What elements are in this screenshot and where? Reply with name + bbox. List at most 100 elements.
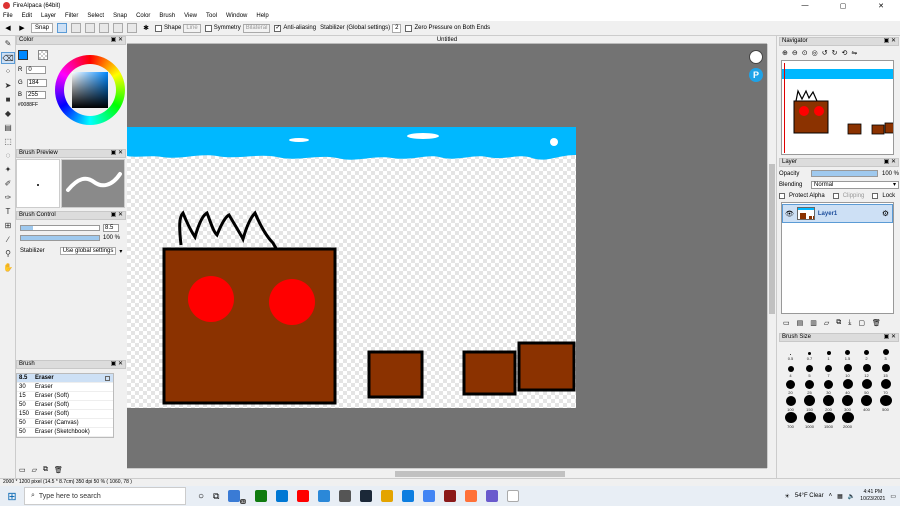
pixiv-icon[interactable]: P	[749, 68, 763, 82]
clock[interactable]: 4:41 PM 10/23/2021	[860, 489, 885, 503]
redo-icon[interactable]: ▶	[17, 24, 27, 32]
eyedropper-tool-icon[interactable]: ⚲	[1, 248, 15, 260]
new-folder-icon[interactable]: ▱	[824, 319, 829, 327]
menu-filter[interactable]: Filter	[65, 13, 78, 19]
brush-size-cell[interactable]: 2000	[838, 412, 857, 429]
network-icon[interactable]: ▦	[837, 493, 843, 500]
stabilizer-select[interactable]: 2	[392, 23, 402, 33]
snap-circle-icon[interactable]	[127, 23, 138, 33]
new-layer-icon[interactable]: ▭	[783, 319, 790, 327]
layer-blending-select[interactable]: Normal ▾	[811, 180, 899, 189]
brush-size-cell[interactable]: 1000	[800, 412, 819, 429]
flip-icon[interactable]: ⇋	[851, 49, 857, 57]
photos-app-icon[interactable]	[318, 490, 331, 502]
delete-layer-icon[interactable]: 🗑	[872, 319, 881, 327]
windows-start-icon[interactable]: ⊞	[0, 490, 24, 503]
brush-size-cell[interactable]: 25	[800, 378, 819, 395]
firefox-app-icon[interactable]	[465, 490, 478, 502]
new-8bit-layer-icon[interactable]: ▤	[797, 319, 804, 327]
app-icon[interactable]	[339, 490, 352, 502]
document-tab[interactable]: Untitled	[127, 36, 767, 44]
layer-opacity-slider[interactable]	[811, 170, 878, 177]
snap-off-icon[interactable]	[57, 23, 68, 33]
pen-tool-icon[interactable]: ✎	[1, 38, 15, 50]
transparent-color-swatch[interactable]	[38, 50, 48, 60]
panel-close-icon[interactable]: ▣ ✕	[884, 159, 896, 166]
green-value[interactable]: 184	[26, 79, 47, 87]
text-tool-icon[interactable]: T	[1, 206, 15, 218]
winrar-app-icon[interactable]	[444, 490, 457, 502]
brush-size-cell[interactable]: 1.5	[838, 344, 857, 361]
zoom-fit-icon[interactable]: ⊙	[802, 49, 808, 57]
brush-size-cell[interactable]: 500	[876, 395, 895, 412]
select-tool-icon[interactable]: ⬚	[1, 136, 15, 148]
panel-close-icon[interactable]: ▣ ✕	[111, 150, 123, 157]
close-button[interactable]: ✕	[862, 0, 900, 11]
folder-icon[interactable]: ▱	[32, 466, 37, 474]
horizontal-scrollbar[interactable]	[127, 468, 767, 478]
blur-tool-icon[interactable]: ∕	[1, 234, 15, 246]
menu-edit[interactable]: Edit	[22, 13, 32, 19]
brush-item[interactable]: 50 Eraser (Sketchbook)	[17, 428, 113, 437]
menu-layer[interactable]: Layer	[41, 13, 56, 19]
brush-size-cell[interactable]: 2	[857, 344, 876, 361]
xbox-app-icon[interactable]	[255, 490, 268, 502]
panel-close-icon[interactable]: ▣ ✕	[111, 37, 123, 44]
lasso-tool-icon[interactable]: ◌	[1, 150, 15, 162]
steam-app-icon[interactable]	[360, 490, 373, 502]
youtube-app-icon[interactable]	[297, 490, 310, 502]
gradient-tool-icon[interactable]: ▤	[1, 122, 15, 134]
snap-crisscross-icon[interactable]	[85, 23, 96, 33]
panel-close-icon[interactable]: ▣ ✕	[111, 212, 123, 219]
shape-checkbox[interactable]	[155, 24, 163, 32]
brush-size-cell[interactable]: 5	[800, 361, 819, 378]
blue-value[interactable]: 255	[26, 91, 47, 99]
brush-size-slider[interactable]	[20, 225, 100, 231]
store-app-icon[interactable]	[276, 490, 289, 502]
brush-size-cell[interactable]: 50	[857, 378, 876, 395]
panel-close-icon[interactable]: ▣ ✕	[884, 38, 896, 45]
brush-item-settings-icon[interactable]	[105, 375, 110, 381]
brush-size-cell[interactable]: 100	[781, 395, 800, 412]
brush-opacity-slider[interactable]	[20, 235, 100, 241]
brush-size-cell[interactable]: 1	[819, 344, 838, 361]
rotate-reset-icon[interactable]: ⟲	[841, 49, 847, 57]
menu-select[interactable]: Select	[87, 13, 104, 19]
vertical-scroll-thumb[interactable]	[769, 164, 775, 314]
clipping-checkbox[interactable]	[832, 192, 839, 199]
gear-icon[interactable]: ⚙	[882, 209, 892, 218]
brush-size-cell[interactable]: 4	[781, 361, 800, 378]
drawing-canvas[interactable]	[127, 127, 576, 408]
brush-item[interactable]: 8.5 Eraser	[17, 374, 113, 383]
brush-size-cell[interactable]: 0.5	[781, 344, 800, 361]
brush-size-cell[interactable]: 15	[876, 361, 895, 378]
new-brush-icon[interactable]: ▭	[19, 466, 26, 474]
eye-icon[interactable]: 👁	[785, 210, 794, 218]
hand-tool-icon[interactable]: ✋	[1, 262, 15, 274]
firealpaca-app-icon[interactable]	[507, 490, 520, 502]
eraser-tool-icon[interactable]: ⌫	[1, 52, 15, 64]
snap-settings-icon[interactable]: ✱	[141, 24, 151, 32]
menu-brush[interactable]: Brush	[159, 13, 175, 19]
brush-item[interactable]: 50 Eraser (Soft)	[17, 401, 113, 410]
alpaca-mascot-icon[interactable]	[749, 50, 763, 64]
taskbar-search-box[interactable]: ⌕ Type here to search	[24, 487, 186, 505]
weather-icon[interactable]: ☀	[784, 493, 789, 500]
merge-down-icon[interactable]: ⤓	[848, 319, 851, 327]
brush-size-cell[interactable]: 70	[876, 378, 895, 395]
brush-item[interactable]: 50 Eraser (Canvas)	[17, 419, 113, 428]
brush-size-value[interactable]: 8.5	[103, 224, 119, 232]
foreground-color-swatch[interactable]	[18, 50, 28, 60]
layer-name[interactable]: Layer1	[818, 211, 879, 217]
snap-parallel-icon[interactable]	[71, 23, 82, 33]
notifications-icon[interactable]: ▭	[890, 493, 896, 500]
brush-item[interactable]: 150 Eraser (Soft)	[17, 410, 113, 419]
brush-size-cell[interactable]: 40	[838, 378, 857, 395]
menu-window[interactable]: Window	[226, 13, 247, 19]
chevron-up-icon[interactable]: ˄	[829, 493, 833, 499]
brush-size-cell[interactable]: 3	[876, 344, 895, 361]
panel-close-icon[interactable]: ▣ ✕	[111, 361, 123, 368]
app-icon[interactable]	[486, 490, 499, 502]
duplicate-layer-icon[interactable]: ⧉	[836, 319, 841, 327]
new-1bit-layer-icon[interactable]: ▥	[810, 319, 817, 327]
